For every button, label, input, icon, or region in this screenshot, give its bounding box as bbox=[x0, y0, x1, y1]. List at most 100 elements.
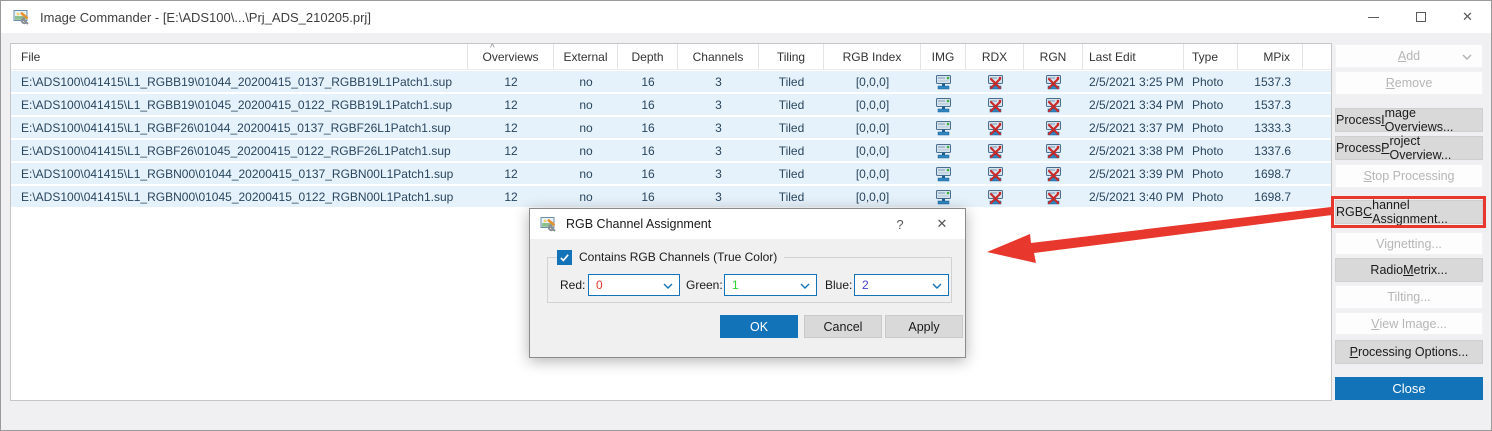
process-project-overview-button[interactable]: Process Project Overview... bbox=[1335, 136, 1483, 160]
blue-label: Blue: bbox=[825, 274, 852, 296]
column-header-depth[interactable]: Depth bbox=[618, 44, 678, 70]
rgn-status-cell bbox=[1024, 140, 1083, 161]
green-channel-select[interactable]: 1 bbox=[724, 274, 817, 296]
channels-value: 3 bbox=[678, 163, 759, 184]
rgb-channel-assignment-button[interactable]: RGB Channel Assignment... bbox=[1335, 200, 1483, 224]
remove-button[interactable]: Remove bbox=[1335, 71, 1483, 95]
processing-options-button[interactable]: Processing Options... bbox=[1335, 340, 1483, 364]
rgn-status-cell bbox=[1024, 71, 1083, 92]
network-drive-error-icon bbox=[1045, 189, 1062, 205]
depth-value: 16 bbox=[618, 117, 678, 138]
column-header-file[interactable]: File bbox=[11, 44, 468, 70]
img-status-cell bbox=[921, 71, 966, 92]
rgb-index-value: [0,0,0] bbox=[824, 71, 921, 92]
type-value: Photo bbox=[1184, 140, 1238, 161]
stop-processing-button[interactable]: Stop Processing bbox=[1335, 164, 1483, 188]
filler-cell bbox=[1303, 186, 1331, 207]
column-header-tiling[interactable]: Tiling bbox=[759, 44, 824, 70]
depth-value: 16 bbox=[618, 186, 678, 207]
column-header-channels[interactable]: Channels bbox=[678, 44, 759, 70]
cancel-button[interactable]: Cancel bbox=[804, 315, 882, 338]
rgb-index-value: [0,0,0] bbox=[824, 117, 921, 138]
tiling-value: Tiled bbox=[759, 163, 824, 184]
process-image-overviews-button[interactable]: Process Image Overviews... bbox=[1335, 108, 1483, 132]
column-header-type[interactable]: Type bbox=[1184, 44, 1238, 70]
dialog-title-bar: RGB Channel Assignment ? ✕ bbox=[530, 209, 965, 239]
add-button[interactable]: Add bbox=[1335, 44, 1483, 68]
file-path: E:\ADS100\041415\L1_RGBN00\01045_2020041… bbox=[11, 186, 468, 207]
network-drive-error-icon bbox=[1045, 166, 1062, 182]
blue-channel-select[interactable]: 2 bbox=[854, 274, 949, 296]
overviews-value: 12 bbox=[468, 163, 554, 184]
chevron-down-icon bbox=[800, 283, 810, 289]
network-drive-connected-icon bbox=[935, 74, 952, 90]
column-header-last-edit[interactable]: Last Edit bbox=[1083, 44, 1184, 70]
close-dialog-button-sidebar[interactable]: Close bbox=[1335, 377, 1483, 400]
chevron-down-icon bbox=[663, 283, 673, 289]
tilting-button[interactable]: Tilting... bbox=[1335, 285, 1483, 309]
network-drive-error-icon bbox=[1045, 143, 1062, 159]
filler-cell bbox=[1303, 163, 1331, 184]
file-path: E:\ADS100\041415\L1_RGBB19\01044_2020041… bbox=[11, 71, 468, 92]
image-commander-window: Image Commander - [E:\ADS100\...\Prj_ADS… bbox=[0, 0, 1492, 431]
table-row[interactable]: E:\ADS100\041415\L1_RGBN00\01044_2020041… bbox=[11, 163, 1331, 184]
column-header-rgn[interactable]: RGN bbox=[1024, 44, 1083, 70]
network-drive-connected-icon bbox=[935, 120, 952, 136]
table-row[interactable]: E:\ADS100\041415\L1_RGBF26\01044_2020041… bbox=[11, 117, 1331, 138]
close-button[interactable]: ✕ bbox=[1444, 1, 1491, 33]
tiling-value: Tiled bbox=[759, 117, 824, 138]
last-edit-value: 2/5/2021 3:38 PM bbox=[1083, 140, 1184, 161]
external-value: no bbox=[554, 94, 618, 115]
ok-button[interactable]: OK bbox=[720, 315, 798, 338]
table-row[interactable]: E:\ADS100\041415\L1_RGBB19\01044_2020041… bbox=[11, 71, 1331, 92]
type-value: Photo bbox=[1184, 186, 1238, 207]
img-status-cell bbox=[921, 117, 966, 138]
vignetting-button[interactable]: Vignetting... bbox=[1335, 232, 1483, 255]
type-value: Photo bbox=[1184, 94, 1238, 115]
column-header-rgb-index[interactable]: RGB Index bbox=[824, 44, 921, 70]
minimize-button[interactable] bbox=[1350, 1, 1397, 33]
chevron-down-icon bbox=[1462, 54, 1472, 60]
table-row[interactable]: E:\ADS100\041415\L1_RGBN00\01045_2020041… bbox=[11, 186, 1331, 207]
column-header-mpix[interactable]: MPix bbox=[1238, 44, 1303, 70]
network-drive-error-icon bbox=[987, 97, 1004, 113]
last-edit-value: 2/5/2021 3:37 PM bbox=[1083, 117, 1184, 138]
help-button[interactable]: ? bbox=[883, 209, 917, 239]
type-value: Photo bbox=[1184, 71, 1238, 92]
network-drive-connected-icon bbox=[935, 143, 952, 159]
type-value: Photo bbox=[1184, 163, 1238, 184]
blue-channel-value: 2 bbox=[862, 278, 869, 292]
column-header-img[interactable]: IMG bbox=[921, 44, 966, 70]
depth-value: 16 bbox=[618, 163, 678, 184]
dialog-close-button[interactable]: ✕ bbox=[925, 209, 959, 239]
radiometrix-button[interactable]: RadioMetrix... bbox=[1335, 258, 1483, 282]
green-label: Green: bbox=[686, 274, 723, 296]
file-path: E:\ADS100\041415\L1_RGBN00\01044_2020041… bbox=[11, 163, 468, 184]
last-edit-value: 2/5/2021 3:25 PM bbox=[1083, 71, 1184, 92]
view-image-button[interactable]: View Image... bbox=[1335, 312, 1483, 335]
contains-rgb-channels-checkbox[interactable] bbox=[557, 250, 572, 265]
mpix-value: 1337.6 bbox=[1238, 140, 1303, 161]
rdx-status-cell bbox=[966, 140, 1024, 161]
apply-button[interactable]: Apply bbox=[885, 315, 963, 338]
column-header-external[interactable]: External bbox=[554, 44, 618, 70]
channels-value: 3 bbox=[678, 94, 759, 115]
rgb-index-value: [0,0,0] bbox=[824, 163, 921, 184]
mpix-value: 1698.7 bbox=[1238, 186, 1303, 207]
external-value: no bbox=[554, 117, 618, 138]
network-drive-error-icon bbox=[987, 120, 1004, 136]
rdx-status-cell bbox=[966, 186, 1024, 207]
rdx-status-cell bbox=[966, 163, 1024, 184]
column-header-rdx[interactable]: RDX bbox=[966, 44, 1024, 70]
red-channel-select[interactable]: 0 bbox=[588, 274, 680, 296]
column-header-overviews[interactable]: Overviews bbox=[468, 44, 554, 70]
table-row[interactable]: E:\ADS100\041415\L1_RGBF26\01045_2020041… bbox=[11, 140, 1331, 161]
external-value: no bbox=[554, 140, 618, 161]
mpix-value: 1537.3 bbox=[1238, 71, 1303, 92]
table-row[interactable]: E:\ADS100\041415\L1_RGBB19\01045_2020041… bbox=[11, 94, 1331, 115]
network-drive-error-icon bbox=[987, 189, 1004, 205]
overviews-value: 12 bbox=[468, 94, 554, 115]
network-drive-error-icon bbox=[1045, 74, 1062, 90]
network-drive-error-icon bbox=[987, 166, 1004, 182]
maximize-button[interactable] bbox=[1397, 1, 1444, 33]
